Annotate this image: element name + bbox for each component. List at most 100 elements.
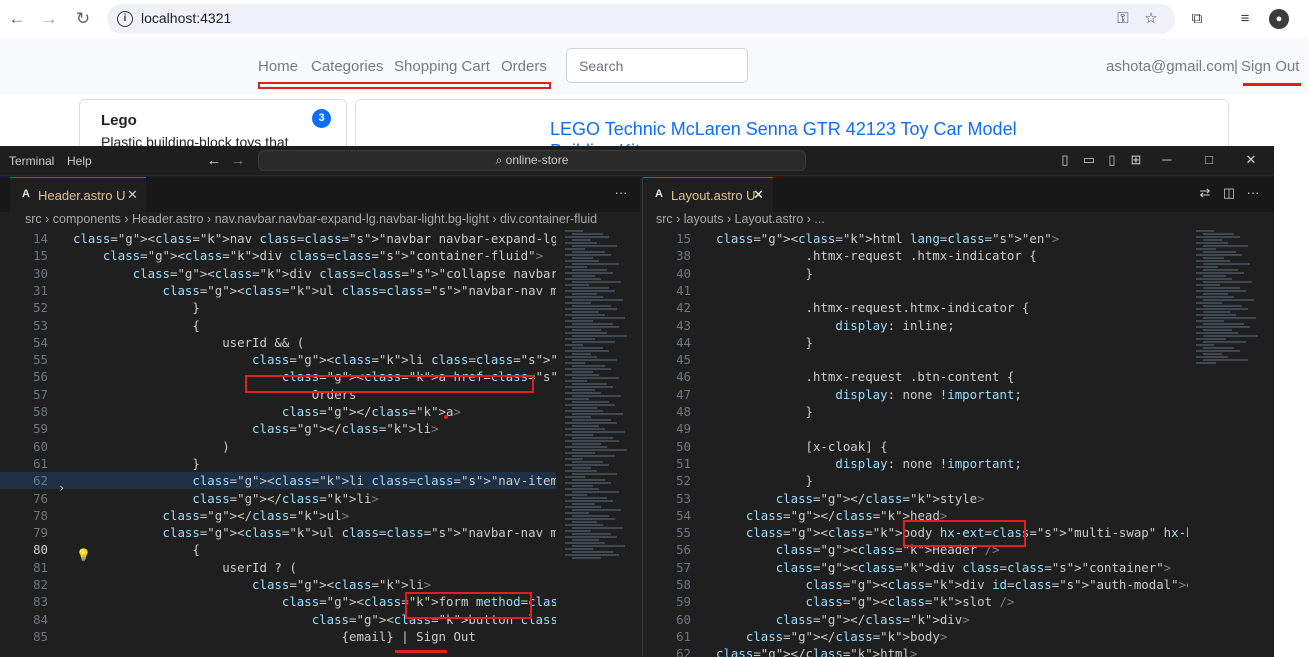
close-window-icon[interactable]: ✕ <box>1242 152 1260 168</box>
nav-back-icon[interactable]: ← <box>205 152 223 169</box>
category-count-badge: 3 <box>312 109 331 128</box>
crumb-file[interactable]: Header.astro <box>132 212 204 226</box>
customize-layout-icon[interactable]: ⊞ <box>1127 152 1145 168</box>
code-line[interactable]: 47 display: none !important; <box>643 386 1188 403</box>
code-line[interactable]: 45 <box>643 351 1188 368</box>
crumb-nav[interactable]: nav.navbar.navbar-expand-lg.navbar-light… <box>215 212 489 226</box>
close-tab-icon[interactable]: ✕ <box>753 187 764 203</box>
code-line[interactable]: 62 class="g"></class="k">html> <box>643 645 1188 657</box>
toggle-primary-sidebar-icon[interactable]: ▯ <box>1056 152 1074 168</box>
code-line[interactable]: 76 class="g"></class="k">li> <box>0 490 556 507</box>
site-info-icon[interactable]: i <box>117 11 133 27</box>
code-line[interactable]: 46 .htmx-request .btn-content { <box>643 368 1188 385</box>
more-actions-icon[interactable]: ··· <box>1244 185 1262 200</box>
code-line[interactable]: 60 class="g"></class="k">div> <box>643 611 1188 628</box>
toggle-panel-icon[interactable]: ▭ <box>1080 152 1098 168</box>
nav-shopping-cart[interactable]: Shopping Cart <box>394 58 490 75</box>
line-number: 59 <box>676 594 691 610</box>
code-line[interactable]: 78 class="g"></class="k">ul> <box>0 507 556 524</box>
crumb-div[interactable]: div.container-fluid <box>500 212 597 226</box>
back-icon[interactable]: ← <box>6 8 28 30</box>
code-line[interactable]: 61 } <box>0 455 556 472</box>
code-line[interactable]: 52 } <box>0 299 556 316</box>
nav-forward-icon[interactable]: → <box>229 152 247 169</box>
code-line[interactable]: 38 .htmx-request .htmx-indicator { <box>643 247 1188 264</box>
close-tab-icon[interactable]: ✕ <box>127 187 138 203</box>
code-line[interactable]: 48 } <box>643 403 1188 420</box>
nav-home[interactable]: Home <box>258 58 298 75</box>
code-line[interactable]: 58 class="g"><class="k">div id=class="s"… <box>643 576 1188 593</box>
fold-chevron-icon[interactable]: › <box>58 481 65 495</box>
astro-file-icon: A <box>22 188 30 200</box>
code-line[interactable]: 55 class="g"><class="k">li class=class="… <box>0 351 556 368</box>
code-line[interactable]: 42 .htmx-request.htmx-indicator { <box>643 299 1188 316</box>
tab-layout-astro[interactable]: A Layout.astro U ✕ <box>643 177 773 212</box>
code-line[interactable]: 52 } <box>643 472 1188 489</box>
code-line[interactable]: 30 class="g"><class="k">div class=class=… <box>0 265 556 282</box>
right-minimap[interactable] <box>1196 230 1258 650</box>
minimize-icon[interactable]: ─ <box>1158 152 1176 167</box>
crumb-layouts[interactable]: layouts <box>684 212 724 226</box>
code-line[interactable]: 31 class="g"><class="k">ul class=class="… <box>0 282 556 299</box>
left-minimap[interactable] <box>565 230 627 650</box>
code-line[interactable]: 15 class="g"><class="k">html lang=class="… <box>643 230 1188 247</box>
code-line[interactable]: 57 class="g"><class="k">div class=class=… <box>643 559 1188 576</box>
media-queue-icon[interactable]: ≡ <box>1235 9 1255 29</box>
code-line[interactable]: 40 } <box>643 265 1188 282</box>
line-number: 51 <box>676 455 691 471</box>
crumb-src[interactable]: src <box>25 212 42 226</box>
command-center[interactable]: ⌕ online-store <box>258 150 806 171</box>
toggle-secondary-sidebar-icon[interactable]: ▯ <box>1103 152 1121 168</box>
crumb-components[interactable]: components <box>53 212 121 226</box>
nav-orders[interactable]: Orders <box>501 58 547 75</box>
crumb-more[interactable]: ... <box>814 212 824 226</box>
code-line[interactable]: 50 [x-cloak] { <box>643 438 1188 455</box>
crumb-file[interactable]: Layout.astro <box>735 212 804 226</box>
tab-header-astro[interactable]: A Header.astro U ✕ <box>10 177 146 212</box>
lightbulb-icon[interactable]: 💡 <box>76 548 91 562</box>
address-bar[interactable]: i localhost:4321 ⚿ ☆ <box>107 4 1175 34</box>
code-line[interactable]: 14 class="g"><class="k">nav class=class="… <box>0 230 556 247</box>
menu-terminal[interactable]: Terminal <box>9 154 54 168</box>
minimap-line <box>565 242 597 244</box>
code-line[interactable]: 49 <box>643 420 1188 437</box>
code-line[interactable]: 58 class="g"></class="k">a> <box>0 403 556 420</box>
extensions-icon[interactable]: ⧉ <box>1187 9 1207 29</box>
nav-categories[interactable]: Categories <box>311 58 384 75</box>
more-actions-icon[interactable]: ··· <box>612 185 630 200</box>
profile-avatar[interactable]: ● <box>1269 9 1289 29</box>
code-line[interactable]: 54 userId && ( <box>0 334 556 351</box>
vscode-window: Terminal Help ← → ⌕ online-store ▯ ▭ ▯ ⊞… <box>0 146 1274 657</box>
code-line[interactable]: 41 <box>643 282 1188 299</box>
menu-help[interactable]: Help <box>67 154 92 168</box>
code-line[interactable]: 60 ) <box>0 438 556 455</box>
code-line[interactable]: 53 class="g"></class="k">style> <box>643 490 1188 507</box>
bookmark-star-icon[interactable]: ☆ <box>1141 9 1161 29</box>
code-line[interactable]: 82 class="g"><class="k">li> <box>0 576 556 593</box>
code-line[interactable]: 79 class="g"><class="k">ul class=class="… <box>0 524 556 541</box>
password-key-icon[interactable]: ⚿ <box>1113 9 1133 29</box>
forward-icon[interactable]: → <box>38 8 60 30</box>
split-editor-icon[interactable]: ◫ <box>1220 185 1238 201</box>
tab-status: U <box>116 188 126 203</box>
code-text: } <box>716 473 813 489</box>
code-line[interactable]: 43 display: inline; <box>643 317 1188 334</box>
maximize-icon[interactable]: □ <box>1200 152 1218 167</box>
code-line[interactable]: 15 class="g"><class="k">div class=class=… <box>0 247 556 264</box>
code-line[interactable]: 59 class="g"><class="k">slot /> <box>643 593 1188 610</box>
code-text: display: none !important; <box>835 455 1022 471</box>
code-line[interactable]: 62 class="g"><class="k">li class=class="… <box>0 472 556 490</box>
reload-icon[interactable]: ↻ <box>72 8 94 30</box>
search-input[interactable]: Search <box>566 48 748 83</box>
code-line[interactable]: 53 { <box>0 317 556 334</box>
open-changes-icon[interactable]: ⇄ <box>1196 185 1214 201</box>
sign-out-link[interactable]: Sign Out <box>1241 58 1299 75</box>
code-line[interactable]: 85 {email} | Sign Out <box>0 628 556 645</box>
crumb-src[interactable]: src <box>656 212 673 226</box>
code-line[interactable]: 59 class="g"></class="k">li> <box>0 420 556 437</box>
code-line[interactable]: 61 class="g"></class="k">body> <box>643 628 1188 645</box>
minimap-line <box>565 392 601 394</box>
right-code-editor[interactable]: 15 class="g"><class="k">html lang=class="… <box>643 230 1188 657</box>
code-line[interactable]: 51 display: none !important; <box>643 455 1188 472</box>
code-line[interactable]: 44 } <box>643 334 1188 351</box>
